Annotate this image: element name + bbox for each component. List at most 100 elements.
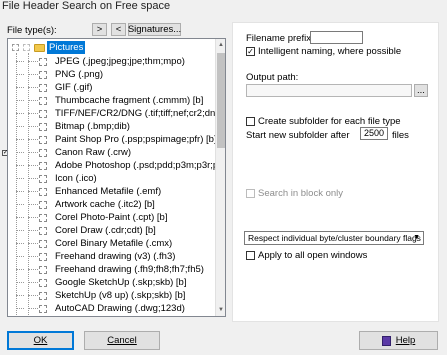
collapse-all-button[interactable]: <	[111, 23, 126, 36]
tree-item-label: Corel Binary Metafile (.cmx)	[55, 238, 173, 249]
apply-all-checkbox[interactable]	[246, 251, 255, 260]
item-checkbox[interactable]	[39, 266, 47, 274]
help-label: Help	[395, 335, 416, 346]
tree-item-label: Paint Shop Pro (.psp;pspimage;pfr) [b]	[55, 134, 216, 145]
scroll-up-icon[interactable]: ▲	[216, 40, 225, 50]
tree-item-label: Artwork cache (.itc2) [b]	[55, 199, 155, 210]
tree-item[interactable]: Artwork cache (.itc2) [b]	[8, 198, 216, 211]
window-title: File Header Search on Free space	[2, 0, 171, 12]
files-label: files	[392, 130, 409, 141]
browse-button[interactable]: ...	[414, 84, 428, 97]
filename-prefix-label: Filename prefix:	[246, 33, 314, 44]
subfolder-count-input[interactable]: 2500	[360, 127, 388, 140]
tree-item[interactable]: Google SketchUp (.skp;skb) [b]	[8, 276, 216, 289]
ok-button[interactable]: OK	[7, 331, 74, 350]
tree-item[interactable]: AutoCAD Drawing (.dwg;123d)	[8, 302, 216, 315]
tree-item-label: Freehand drawing (v3) (.fh3)	[55, 251, 176, 262]
output-path-label: Output path:	[246, 72, 299, 83]
tree-item[interactable]: PNG (.png)	[8, 68, 216, 81]
item-checkbox[interactable]	[39, 149, 47, 157]
tree-item[interactable]: Freehand drawing (v3) (.fh3)	[8, 250, 216, 263]
boundary-select[interactable]: Respect individual byte/cluster boundary…	[244, 231, 424, 245]
tree-item-label: Google SketchUp (.skp;skb) [b]	[55, 277, 187, 288]
item-checkbox[interactable]	[39, 214, 47, 222]
tree-item[interactable]: Icon (.ico)	[8, 172, 216, 185]
tree-item[interactable]: Bitmap (.bmp;dib)	[8, 120, 216, 133]
tree-item[interactable]: Adobe Photoshop (.psd;pdd;p3m;p3r;p3l	[8, 159, 216, 172]
tree-root-pictures[interactable]: Pictures	[8, 41, 216, 54]
tree-item-label: Thumbcache fragment (.cmmm) [b]	[55, 95, 204, 106]
tree-item-label: Enhanced Metafile (.emf)	[55, 186, 162, 197]
item-checkbox[interactable]	[39, 123, 47, 131]
tree-item[interactable]: GIF (.gif)	[8, 81, 216, 94]
scroll-thumb[interactable]	[217, 53, 225, 148]
item-checkbox[interactable]	[39, 188, 47, 196]
tree-item-label: Freehand drawing (.fh9;fh8;fh7;fh5)	[55, 264, 204, 275]
collapse-toggle-icon[interactable]	[12, 44, 19, 51]
tree-scrollbar[interactable]: ▲ ▼	[215, 39, 225, 316]
tree-item-label: TIFF/NEF/CR2/DNG (.tif;tiff;nef;cr2;dng;…	[55, 108, 216, 119]
signatures-button[interactable]: Signatures...	[128, 23, 181, 36]
item-checkbox[interactable]	[39, 84, 47, 92]
search-block-only-checkbox[interactable]	[246, 189, 255, 198]
chevron-down-icon: ▼	[413, 234, 420, 241]
item-checkbox[interactable]	[39, 292, 47, 300]
intelligent-naming-checkbox[interactable]: ✓	[246, 47, 255, 56]
item-checkbox[interactable]	[39, 136, 47, 144]
item-checkbox[interactable]	[39, 110, 47, 118]
item-checkbox[interactable]	[39, 97, 47, 105]
tree-item[interactable]: Canon Raw (.crw)	[8, 146, 216, 159]
tree-item[interactable]: TIFF/NEF/CR2/DNG (.tif;tiff;nef;cr2;dng;…	[8, 107, 216, 120]
cancel-button[interactable]: Cancel	[84, 331, 160, 350]
tree-item[interactable]: Corel Binary Metafile (.cmx)	[8, 237, 216, 250]
help-button[interactable]: Help	[359, 331, 438, 350]
item-checkbox[interactable]	[39, 279, 47, 287]
tree-item-label: PNG (.png)	[55, 69, 104, 80]
tree-item[interactable]: Corel Photo-Paint (.cpt) [b]	[8, 211, 216, 224]
tree-item[interactable]: Freehand drawing (.fh9;fh8;fh7;fh5)	[8, 263, 216, 276]
item-checkbox[interactable]	[39, 58, 47, 66]
tree-item-label: GIF (.gif)	[55, 82, 93, 93]
item-checkbox[interactable]	[39, 227, 47, 235]
item-checkbox[interactable]	[39, 201, 47, 209]
tree-item[interactable]: Thumbcache fragment (.cmmm) [b]	[8, 94, 216, 107]
checkbox-icon[interactable]	[23, 44, 30, 51]
tree-item[interactable]: AutoCAD Drawing (.dwg;dwf)	[8, 315, 216, 316]
create-subfolder-checkbox[interactable]	[246, 117, 255, 126]
intelligent-naming-label: Intelligent naming, where possible	[258, 46, 402, 57]
tree-item-label: AutoCAD Drawing (.dwg;123d)	[55, 303, 185, 314]
expand-all-button[interactable]: >	[92, 23, 107, 36]
item-checkbox[interactable]	[39, 240, 47, 248]
tree-item-label: Bitmap (.bmp;dib)	[55, 121, 130, 132]
cancel-label: Cancel	[107, 335, 137, 346]
help-book-icon	[381, 335, 391, 346]
tree-item-label: Corel Photo-Paint (.cpt) [b]	[55, 212, 168, 223]
tree-item[interactable]: Enhanced Metafile (.emf)	[8, 185, 216, 198]
tree-item[interactable]: JPEG (.jpeg;jpeg;jpe;thm;mpo)	[8, 55, 216, 68]
boundary-select-value: Respect individual byte/cluster boundary…	[248, 233, 421, 243]
output-path-input[interactable]	[246, 84, 412, 97]
filename-prefix-input[interactable]	[310, 31, 363, 44]
item-checkbox[interactable]	[39, 305, 47, 313]
item-checkbox[interactable]	[39, 162, 47, 170]
scroll-down-icon[interactable]: ▼	[216, 305, 225, 315]
apply-all-label: Apply to all open windows	[258, 250, 368, 261]
ok-label: OK	[33, 335, 48, 346]
options-panel: Filename prefix: ✓ Intelligent naming, w…	[232, 22, 439, 322]
item-checkbox[interactable]	[39, 71, 47, 79]
file-type-tree[interactable]: Pictures JPEG (.jpeg;jpeg;jpe;thm;mpo) PN…	[7, 38, 226, 317]
tree-root-label: Pictures	[47, 41, 86, 54]
item-checkbox[interactable]	[39, 175, 47, 183]
tree-item-label: SketchUp (v8 up) (.skp;skb) [b]	[55, 290, 186, 301]
file-types-label: File type(s):	[7, 25, 57, 36]
tree-item-label: Corel Draw (.cdr;cdt) [b]	[55, 225, 156, 236]
folder-icon	[34, 44, 45, 52]
tree-item-label: Icon (.ico)	[55, 173, 97, 184]
item-checkbox[interactable]	[39, 253, 47, 261]
tree-item[interactable]: Paint Shop Pro (.psp;pspimage;pfr) [b]	[8, 133, 216, 146]
tree-item-label: Canon Raw (.crw)	[55, 147, 132, 158]
create-subfolder-label: Create subfolder for each file type	[258, 116, 401, 127]
tree-item[interactable]: Corel Draw (.cdr;cdt) [b]	[8, 224, 216, 237]
start-subfolder-label: Start new subfolder after	[246, 130, 350, 141]
tree-item[interactable]: SketchUp (v8 up) (.skp;skb) [b]	[8, 289, 216, 302]
